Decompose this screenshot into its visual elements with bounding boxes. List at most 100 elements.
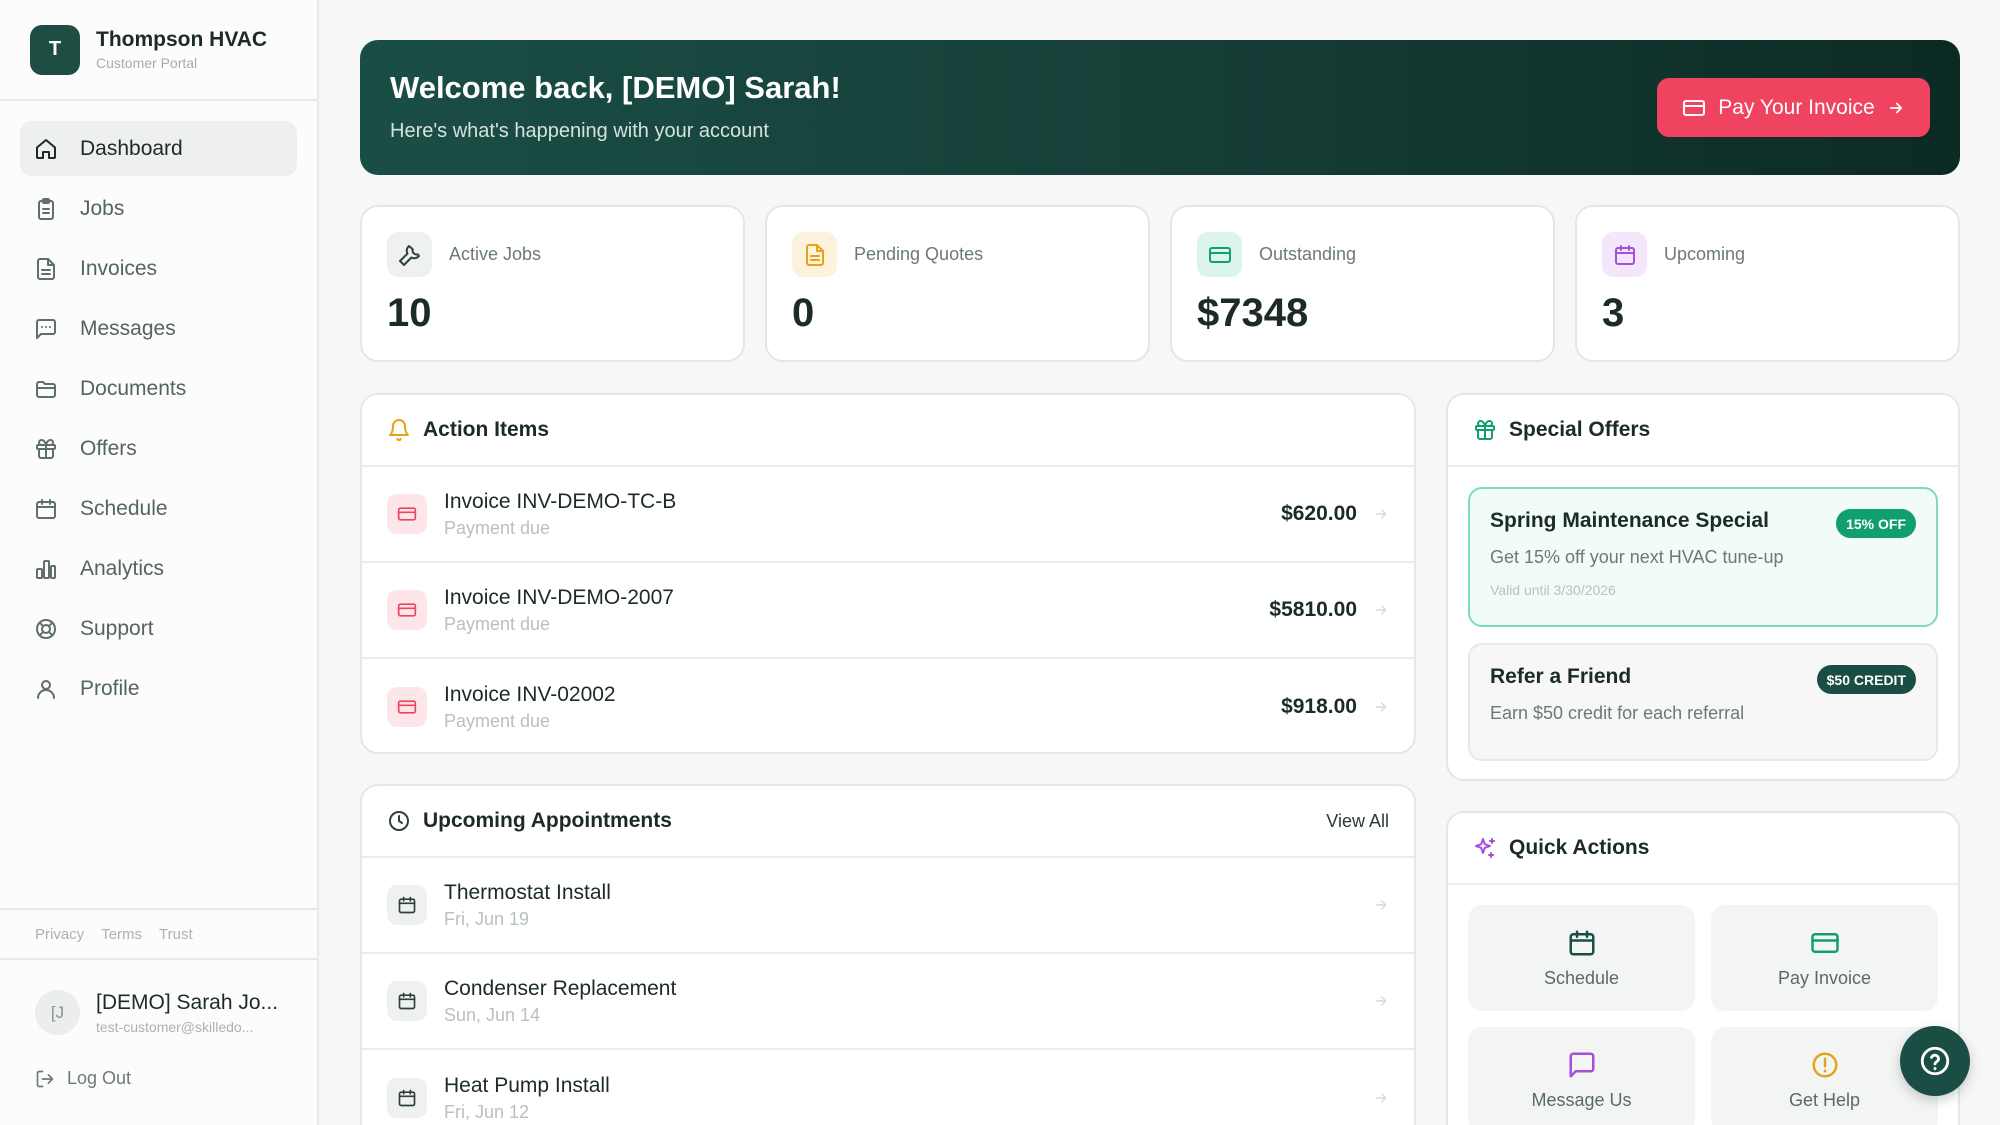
sidebar-item-profile[interactable]: Profile	[20, 661, 297, 716]
action-item-row[interactable]: Invoice INV-DEMO-2007 Payment due $5810.…	[362, 563, 1414, 659]
sidebar-item-dashboard[interactable]: Dashboard	[20, 121, 297, 176]
brand-name: Thompson HVAC	[96, 28, 268, 51]
action-item-row[interactable]: Invoice INV-02002 Payment due $918.00	[362, 659, 1414, 752]
credit-card-icon	[1810, 932, 1839, 953]
stat-card-outstanding[interactable]: Outstanding $7348	[1170, 205, 1555, 362]
action-item-amount: $620.00	[1281, 502, 1357, 525]
action-item-title: Invoice INV-DEMO-TC-B	[444, 489, 677, 513]
quick-action-label: Schedule	[1543, 967, 1620, 988]
panel-title: Quick Actions	[1509, 836, 1650, 859]
bar-chart-icon	[36, 559, 56, 579]
stat-label: Active Jobs	[449, 244, 542, 264]
stat-value: $7348	[1197, 291, 1309, 335]
offer-card[interactable]: Refer a Friend Earn $50 credit for each …	[1468, 643, 1938, 761]
calendar-icon	[387, 1078, 427, 1118]
appointment-date: Fri, Jun 12	[444, 1101, 530, 1122]
sidebar-item-documents[interactable]: Documents	[20, 361, 297, 416]
arrow-right-icon	[1889, 102, 1902, 113]
quick-action-pay-invoice[interactable]: Pay Invoice	[1711, 905, 1938, 1011]
sidebar-item-offers[interactable]: Offers	[20, 421, 297, 476]
logout-button[interactable]: Log Out	[35, 1068, 131, 1089]
stat-label: Pending Quotes	[854, 244, 984, 264]
clipboard-icon	[38, 197, 54, 220]
appointment-title: Condenser Replacement	[444, 976, 677, 1000]
quick-action-message-us[interactable]: Message Us	[1468, 1027, 1695, 1125]
offer-description: Earn $50 credit for each referral	[1490, 703, 1745, 723]
calendar-icon	[1569, 930, 1594, 955]
action-item-status: Payment due	[444, 613, 551, 634]
action-items-panel: Action Items Invoice INV-DEMO-TC-B Payme…	[360, 393, 1416, 754]
calendar-icon	[387, 981, 427, 1021]
sidebar-item-invoices[interactable]: Invoices	[20, 241, 297, 296]
stat-value: 3	[1602, 291, 1625, 335]
stat-card-upcoming[interactable]: Upcoming 3	[1575, 205, 1960, 362]
appointment-title: Thermostat Install	[444, 880, 611, 904]
appointments-panel: Upcoming Appointments View All Thermosta…	[360, 784, 1416, 1125]
user-name: [DEMO] Sarah Jo...	[96, 990, 279, 1014]
stat-value: 0	[792, 291, 815, 335]
panel-title: Action Items	[423, 418, 550, 441]
sidebar-item-label: Documents	[80, 376, 187, 400]
brand-subtitle: Customer Portal	[96, 55, 198, 71]
message-icon	[36, 318, 56, 339]
panel-title: Special Offers	[1509, 418, 1651, 441]
privacy-link[interactable]: Privacy	[35, 926, 84, 943]
sidebar-nav: Dashboard Jobs Invoices Messages Documen…	[0, 101, 317, 716]
stat-value: 10	[387, 291, 432, 335]
legal-links: Privacy Terms Trust	[0, 908, 317, 960]
stat-card-active-jobs[interactable]: Active Jobs 10	[360, 205, 745, 362]
sidebar-item-schedule[interactable]: Schedule	[20, 481, 297, 536]
appointment-row[interactable]: Heat Pump Install Fri, Jun 12	[362, 1050, 1414, 1125]
view-all-link[interactable]: View All	[1326, 811, 1389, 832]
sidebar-item-support[interactable]: Support	[20, 601, 297, 656]
offer-validity: Valid until 3/30/2026	[1490, 582, 1616, 598]
bell-icon	[389, 419, 409, 442]
sidebar-item-label: Analytics	[80, 556, 165, 580]
appointment-row[interactable]: Thermostat Install Fri, Jun 19	[362, 858, 1414, 954]
action-item-status: Payment due	[444, 710, 551, 731]
sidebar-item-messages[interactable]: Messages	[20, 301, 297, 356]
help-button[interactable]	[1900, 1026, 1970, 1096]
arrow-right-icon	[1375, 702, 1387, 712]
pay-invoice-button[interactable]: Pay Your Invoice	[1657, 78, 1930, 137]
sparkle-icon	[1475, 838, 1495, 858]
logout-label: Log Out	[67, 1068, 132, 1088]
quick-action-label: Message Us	[1531, 1089, 1632, 1110]
sidebar-item-label: Offers	[80, 436, 137, 460]
wrench-icon	[387, 232, 432, 277]
sidebar-item-label: Support	[80, 616, 154, 640]
user-profile[interactable]: [J [DEMO] Sarah Jo... test-customer@skil…	[35, 990, 296, 1035]
sidebar-item-label: Invoices	[80, 256, 158, 280]
home-icon	[36, 138, 56, 159]
stat-card-pending-quotes[interactable]: Pending Quotes 0	[765, 205, 1150, 362]
sidebar-item-label: Jobs	[80, 196, 125, 220]
arrow-right-icon	[1375, 605, 1387, 615]
document-icon	[37, 257, 55, 280]
action-item-row[interactable]: Invoice INV-DEMO-TC-B Payment due $620.0…	[362, 467, 1414, 563]
action-item-status: Payment due	[444, 517, 551, 538]
gift-icon	[1475, 420, 1495, 440]
sidebar-item-jobs[interactable]: Jobs	[20, 181, 297, 236]
action-item-amount: $918.00	[1281, 695, 1357, 718]
stat-label: Upcoming	[1664, 244, 1746, 264]
terms-link[interactable]: Terms	[101, 926, 142, 943]
brand: T Thompson HVAC Customer Portal	[0, 0, 317, 101]
quick-action-label: Pay Invoice	[1777, 967, 1872, 988]
arrow-right-icon	[1375, 509, 1387, 519]
offer-card[interactable]: Spring Maintenance Special Get 15% off y…	[1468, 487, 1938, 627]
quick-actions-panel: Quick Actions Schedule Pay Invoice Messa…	[1446, 811, 1960, 1125]
trust-link[interactable]: Trust	[159, 926, 193, 943]
quick-action-schedule[interactable]: Schedule	[1468, 905, 1695, 1011]
welcome-banner: Welcome back, [DEMO] Sarah! Here's what'…	[360, 40, 1960, 175]
credit-card-icon	[1683, 99, 1706, 116]
message-icon	[1569, 1052, 1594, 1077]
sidebar-item-analytics[interactable]: Analytics	[20, 541, 297, 596]
folder-icon	[36, 380, 56, 398]
lifebuoy-icon	[36, 618, 56, 639]
alert-circle-icon	[1812, 1052, 1837, 1077]
arrow-right-icon	[1375, 1093, 1387, 1103]
credit-card-icon	[387, 687, 427, 727]
credit-card-icon	[1197, 232, 1242, 277]
appointment-row[interactable]: Condenser Replacement Sun, Jun 14	[362, 954, 1414, 1050]
action-item-amount: $5810.00	[1269, 598, 1357, 621]
